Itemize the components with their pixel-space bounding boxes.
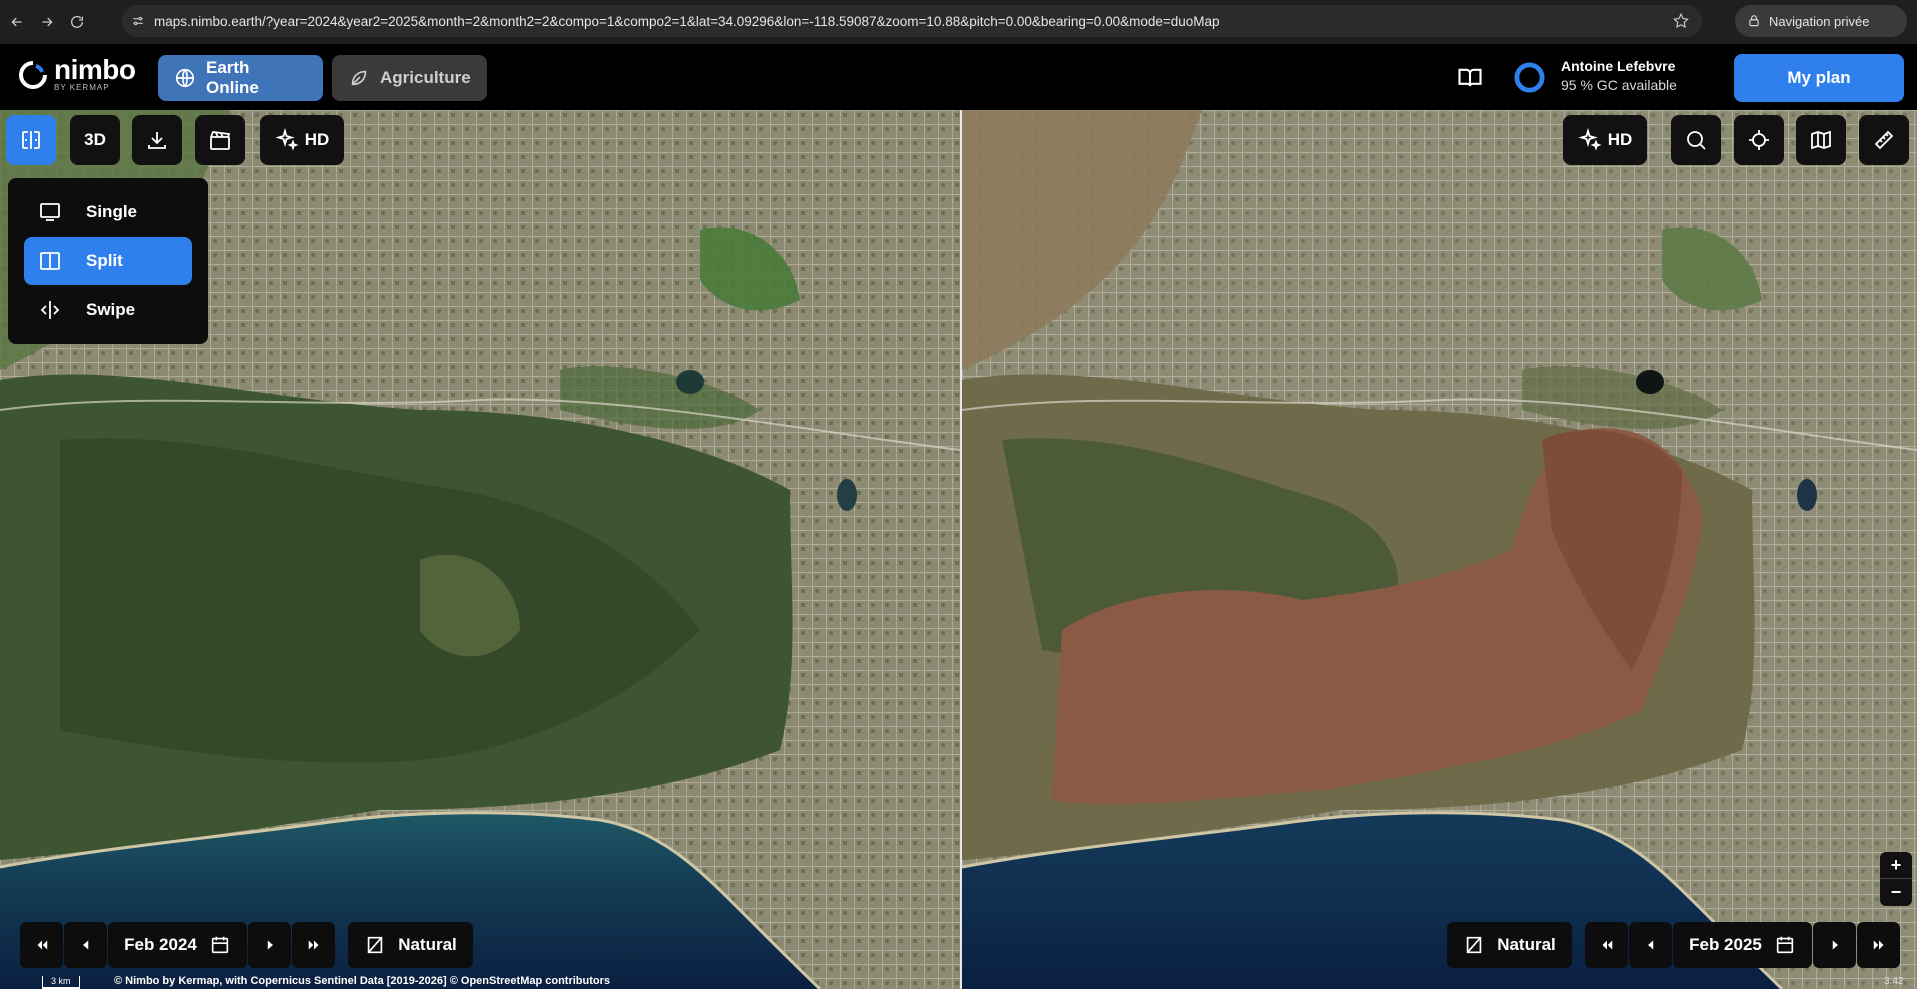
left-prev-button[interactable] [64, 922, 107, 968]
address-bar[interactable]: maps.nimbo.earth/?year=2024&year2=2025&m… [122, 5, 1702, 37]
monitor-icon [40, 203, 60, 221]
left-date-label: Feb 2024 [124, 935, 197, 954]
right-date-label: Feb 2025 [1689, 935, 1762, 954]
right-layer-button[interactable]: Natural [1447, 922, 1572, 968]
logo-name: nimbo [54, 54, 136, 85]
layers-icon [1466, 936, 1482, 954]
split-icon [40, 252, 60, 270]
layers-icon [367, 936, 383, 954]
zoom-control: + − [1880, 852, 1912, 906]
download-button[interactable] [132, 115, 182, 165]
leaf-icon [351, 70, 367, 86]
globe-icon [175, 68, 195, 88]
right-date-picker[interactable]: Feb 2025 [1673, 922, 1812, 968]
zoom-in-button[interactable]: + [1880, 852, 1912, 879]
bookmark-star-icon[interactable] [1672, 12, 1690, 30]
left-layer-label: Natural [398, 935, 457, 954]
calendar-icon [1776, 936, 1794, 954]
measure-button[interactable] [1859, 115, 1909, 165]
mode-label: Single [86, 202, 138, 221]
private-label: Navigation privée [1769, 13, 1870, 29]
left-last-button[interactable] [292, 922, 335, 968]
hd-label: HD [304, 130, 330, 149]
credits-ring-icon [1514, 62, 1545, 93]
nimbo-logo[interactable]: nimbo BY KERMAP [18, 54, 136, 92]
right-layer-label: Natural [1497, 935, 1556, 954]
map-icon [1811, 130, 1831, 150]
tab-agriculture[interactable]: Agriculture [332, 55, 487, 101]
user-name: Antoine Lefebvre [1561, 58, 1676, 74]
right-next-button[interactable] [1813, 922, 1856, 968]
right-prev-button[interactable] [1629, 922, 1672, 968]
right-satellite-image [962, 110, 1917, 989]
hd-button[interactable]: HD [260, 115, 344, 165]
view-mode-button[interactable] [6, 115, 56, 165]
double-chevron-right-icon [308, 940, 318, 950]
sparkle-icon [275, 128, 299, 151]
map-attribution: © Nimbo by Kermap, with Copernicus Senti… [114, 975, 611, 987]
crosshair-icon [1749, 130, 1769, 150]
mode-label: Swipe [86, 300, 136, 319]
mode-single[interactable]: Single [24, 188, 192, 236]
calendar-icon [211, 936, 229, 954]
zoom-level-readout: 3.42 [1884, 976, 1904, 987]
book-icon[interactable] [1456, 64, 1484, 92]
left-date-picker[interactable]: Feb 2024 [108, 922, 247, 968]
site-settings-icon[interactable] [122, 5, 154, 37]
left-layer-button[interactable]: Natural [348, 922, 473, 968]
tab-label: Agriculture [380, 68, 471, 87]
hd-label: HD [1607, 130, 1633, 149]
chevron-left-icon [1647, 940, 1653, 950]
ruler-icon [1874, 130, 1894, 150]
hd-button-right[interactable]: HD [1563, 115, 1647, 165]
locate-button[interactable] [1734, 115, 1784, 165]
private-browsing-badge[interactable]: Navigation privée [1735, 5, 1907, 37]
3d-button[interactable]: 3D [70, 115, 120, 165]
search-icon [1687, 131, 1706, 150]
tab-label: Earth Online [205, 58, 259, 97]
swipe-icon [40, 301, 60, 319]
basemap-button[interactable] [1796, 115, 1846, 165]
incognito-icon [1749, 15, 1759, 27]
mode-swipe[interactable]: Swipe [24, 286, 192, 334]
back-icon[interactable] [4, 9, 30, 35]
chevron-right-icon [267, 940, 273, 950]
browser-toolbar: maps.nimbo.earth/?year=2024&year2=2025&m… [0, 0, 1917, 44]
view-mode-menu: Single Split Swipe [8, 178, 208, 344]
double-chevron-left-icon [37, 940, 47, 950]
mode-split[interactable]: Split [24, 237, 192, 285]
right-last-button[interactable] [1857, 922, 1900, 968]
split-view-icon [22, 131, 40, 149]
left-first-button[interactable] [20, 922, 63, 968]
clapperboard-icon [210, 131, 231, 150]
zoom-out-button[interactable]: − [1880, 879, 1912, 906]
timelapse-button[interactable] [195, 115, 245, 165]
mode-label: Split [86, 251, 123, 270]
sparkle-icon [1578, 128, 1602, 151]
download-icon [148, 132, 166, 149]
right-first-button[interactable] [1585, 922, 1628, 968]
double-chevron-left-icon [1602, 940, 1612, 950]
left-next-button[interactable] [248, 922, 291, 968]
my-plan-button[interactable]: My plan [1734, 54, 1904, 102]
chevron-left-icon [82, 940, 88, 950]
chevron-right-icon [1832, 940, 1838, 950]
nimbo-logo-mark-icon [19, 61, 47, 89]
search-button[interactable] [1671, 115, 1721, 165]
reload-icon[interactable] [64, 9, 90, 35]
app-header: nimbo BY KERMAP Earth Online Agriculture… [0, 44, 1917, 110]
credits-available: 95 % GC available [1561, 77, 1677, 93]
right-map[interactable] [962, 110, 1917, 989]
url-text: maps.nimbo.earth/?year=2024&year2=2025&m… [154, 13, 1220, 29]
tab-earth-online[interactable]: Earth Online [158, 55, 323, 101]
double-chevron-right-icon [1873, 940, 1883, 950]
forward-icon[interactable] [34, 9, 60, 35]
scale-bar: 3 km [42, 976, 80, 989]
